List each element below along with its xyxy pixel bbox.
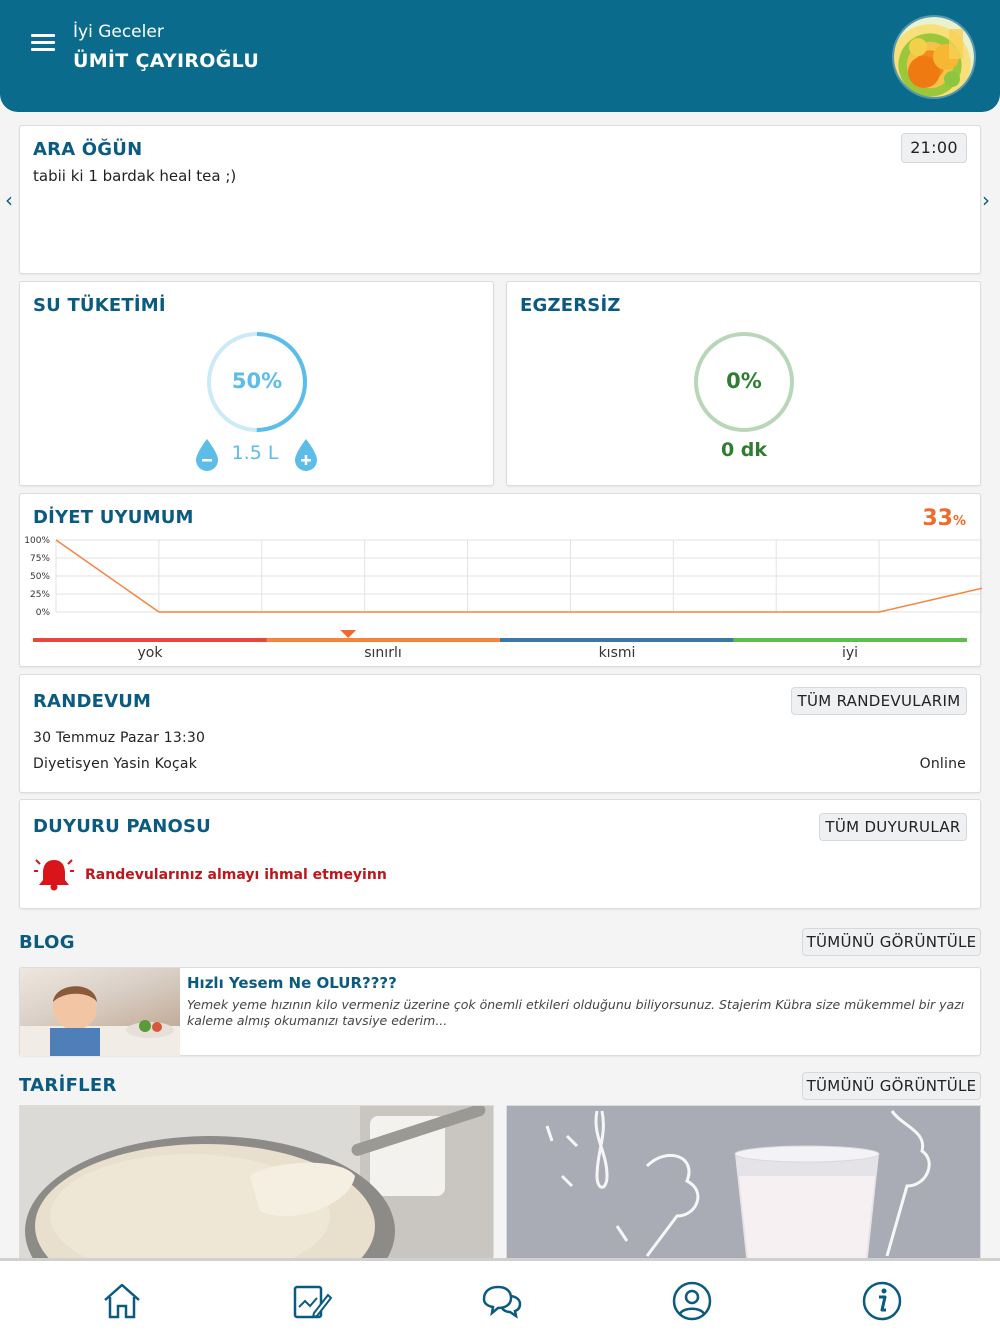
scale-label-yok: yok xyxy=(137,645,163,661)
snack-title: ARA ÖĞÜN xyxy=(33,139,143,160)
scale-segment xyxy=(733,638,967,642)
exercise-percent: 0% xyxy=(726,369,762,393)
blog-post-description: Yemek yeme hızının kilo vermeniz üzerine… xyxy=(187,997,965,1028)
all-appointments-button[interactable]: TÜM RANDEVULARIM xyxy=(791,687,967,715)
water-card[interactable]: SU TÜKETİMİ 50% 1.5 L xyxy=(19,281,494,486)
scale-label-sinirli: sınırlı xyxy=(364,645,402,661)
diary-icon[interactable] xyxy=(290,1279,334,1323)
appointment-card: RANDEVUM TÜM RANDEVULARIM 30 Temmuz Paza… xyxy=(19,674,981,793)
bell-alarm-icon xyxy=(34,859,74,891)
water-percent: 50% xyxy=(231,369,283,393)
water-title: SU TÜKETİMİ xyxy=(33,295,166,316)
blog-view-all-button[interactable]: TÜMÜNÜ GÖRÜNTÜLE xyxy=(802,928,981,956)
scale-marker-icon xyxy=(340,630,357,638)
announcement-card: DUYURU PANOSU TÜM DUYURULAR Randevuların… xyxy=(19,799,981,909)
exercise-title: EGZERSİZ xyxy=(520,295,621,316)
exercise-duration: 0 dk xyxy=(720,439,768,461)
greeting-text: İyi Geceler xyxy=(73,22,164,42)
recipe-image-yogurt xyxy=(20,1106,493,1264)
y-tick-label: 25% xyxy=(30,590,50,600)
recipe-card-yogurt[interactable] xyxy=(19,1105,494,1265)
diet-card: DİYET UYUMUM 33% 100% 75% 50% 25% 0% yok sın… xyxy=(19,493,982,667)
info-icon[interactable] xyxy=(860,1279,904,1323)
y-tick-label: 100% xyxy=(24,536,50,546)
scale-segment xyxy=(266,638,500,642)
blog-post-title[interactable]: Hızlı Yesem Ne OLUR???? xyxy=(187,974,397,992)
diet-line-chart: 100% 75% 50% 25% 0% xyxy=(24,536,982,642)
appointment-title: RANDEVUM xyxy=(33,691,152,712)
hamburger-menu-icon[interactable] xyxy=(31,34,55,52)
water-amount: 1.5 L xyxy=(231,442,279,464)
decrease-water-icon[interactable] xyxy=(194,438,220,472)
home-icon[interactable] xyxy=(100,1279,144,1323)
announcement-message[interactable]: Randevularınız almayı ihmal etmeyinn xyxy=(85,867,387,883)
profile-icon[interactable] xyxy=(670,1279,714,1323)
y-tick-label: 0% xyxy=(36,608,51,618)
scale-segment xyxy=(33,638,267,642)
bottom-tab-bar xyxy=(0,1258,1000,1334)
next-arrow-icon[interactable]: › xyxy=(982,188,990,212)
recipes-section-title: TARİFLER xyxy=(19,1075,117,1096)
blog-section-title: BLOG xyxy=(19,932,75,953)
y-tick-label: 50% xyxy=(30,572,50,582)
app-header: İyi Geceler ÜMİT ÇAYIROĞLU xyxy=(0,0,1000,112)
previous-arrow-icon[interactable]: ‹ xyxy=(5,188,13,212)
avatar[interactable] xyxy=(894,17,974,97)
increase-water-icon[interactable] xyxy=(293,438,319,472)
appointment-date: 30 Temmuz Pazar 13:30 xyxy=(33,730,206,746)
chat-icon[interactable] xyxy=(480,1279,524,1323)
all-announcements-button[interactable]: TÜM DUYURULAR xyxy=(819,813,967,841)
recipes-view-all-button[interactable]: TÜMÜNÜ GÖRÜNTÜLE xyxy=(802,1072,981,1100)
announcement-title: DUYURU PANOSU xyxy=(33,816,211,837)
blog-post-image xyxy=(20,968,180,1056)
blog-post-card[interactable]: Hızlı Yesem Ne OLUR???? Yemek yeme hızın… xyxy=(19,967,981,1056)
scale-label-kismi: kısmi xyxy=(598,645,636,661)
snack-card: ARA ÖĞÜN 21:00 tabii ki 1 bardak heal te… xyxy=(19,125,981,274)
y-tick-label: 75% xyxy=(30,554,50,564)
scale-label-iyi: iyi xyxy=(841,645,859,661)
exercise-card[interactable]: EGZERSİZ 0% 0 dk xyxy=(506,281,981,486)
recipe-image-milk xyxy=(507,1106,980,1264)
scale-segment xyxy=(500,638,734,642)
appointment-dietitian: Diyetisyen Yasin Koçak xyxy=(33,756,198,772)
appointment-mode: Online xyxy=(919,756,966,772)
recipe-card-milk[interactable] xyxy=(506,1105,981,1265)
snack-time-badge: 21:00 xyxy=(901,133,967,163)
user-name: ÜMİT ÇAYIROĞLU xyxy=(73,50,260,72)
snack-text: tabii ki 1 bardak heal tea ;) xyxy=(33,167,237,185)
